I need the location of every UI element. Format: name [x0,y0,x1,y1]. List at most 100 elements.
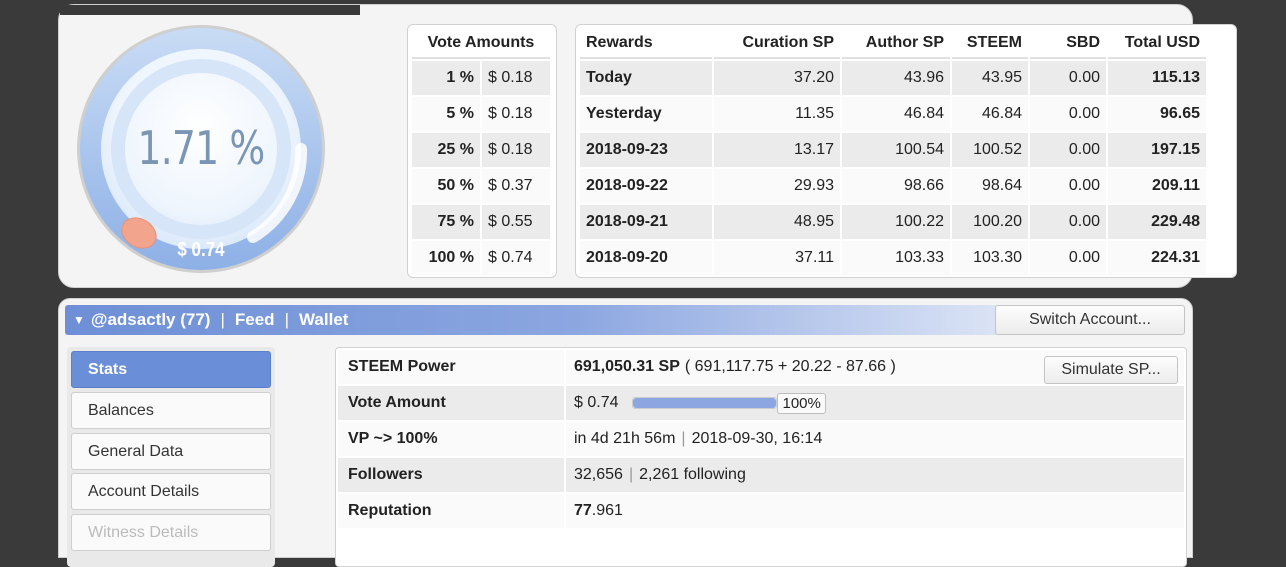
collapse-triangle-icon[interactable]: ▼ [73,313,85,327]
voting-summary-panel: 1.71 % $ 0.74 Vote Amounts 1 % $ 0.18 5 % $… [58,4,1237,288]
vote-percent: 25 % [412,133,480,167]
rewards-column-header: STEEM [952,29,1028,59]
vote-weight-slider[interactable] [632,397,778,409]
value-separator: | [681,430,686,447]
rewards-cell-steem: 103.30 [952,241,1028,275]
reputation-minor: .961 [591,502,623,519]
stat-label: STEEM Power [338,350,564,384]
rewards-cell-total: 197.15 [1108,133,1206,167]
rewards-cell-curation: 37.11 [714,241,840,275]
stat-row-followers: Followers 32,656 | 2,261 following [338,458,1184,492]
vote-usd: $ 0.74 [482,241,550,275]
rewards-column-header: SBD [1030,29,1106,59]
stat-value: $ 0.74 100% [566,386,1184,420]
rewards-cell-sbd: 0.00 [1030,205,1106,239]
rewards-cell-author: 103.33 [842,241,950,275]
rewards-cell-steem: 43.95 [952,61,1028,95]
sidebar-item-balances[interactable]: Balances [71,392,271,429]
vote-percent: 1 % [412,61,480,95]
vote-amounts-table: Vote Amounts 1 % $ 0.18 5 % $ 0.18 25 % $ 0.1… [407,24,557,278]
stat-label: Followers [338,458,564,492]
rewards-cell-sbd: 0.00 [1030,133,1106,167]
rewards-cell-curation: 48.95 [714,205,840,239]
vote-usd: $ 0.18 [482,97,550,131]
sidebar-item-stats[interactable]: Stats [71,351,271,388]
rewards-row: 2018-09-22 29.93 98.66 98.64 0.00 209.11 [580,169,1206,203]
rewards-row: 2018-09-20 37.11 103.33 103.30 0.00 224.31 [580,241,1206,275]
rewards-cell-sbd: 0.00 [1030,97,1106,131]
rewards-cell-total: 229.48 [1108,205,1206,239]
simulate-sp-button[interactable]: Simulate SP... [1044,356,1178,384]
vote-usd: $ 0.18 [482,61,550,95]
rewards-column-header: Author SP [842,29,950,59]
vote-percent: 5 % [412,97,480,131]
rewards-cell-steem: 100.52 [952,133,1028,167]
rewards-cell-total: 224.31 [1108,241,1206,275]
rewards-cell-day: 2018-09-22 [580,169,712,203]
stats-table: STEEM Power 691,050.31 SP ( 691,117.75 +… [335,347,1187,567]
stat-value: 32,656 | 2,261 following [566,458,1184,492]
vote-amount-row: 1 % $ 0.18 [412,61,550,95]
vote-usd: $ 0.37 [482,169,550,203]
rewards-cell-steem: 100.20 [952,205,1028,239]
stat-row-vp-full: VP ~> 100% in 4d 21h 56m | 2018-09-30, 1… [338,422,1184,456]
rewards-cell-author: 100.22 [842,205,950,239]
vote-amount-row: 100 % $ 0.74 [412,241,550,275]
reputation-major: 77 [574,502,592,519]
stat-value: in 4d 21h 56m | 2018-09-30, 16:14 [566,422,1184,456]
sidebar-item-witness-details[interactable]: Witness Details [71,514,271,551]
vote-amount-value: $ 0.74 [574,394,619,411]
vote-amounts-header: Vote Amounts [412,29,550,59]
vote-amount-row: 50 % $ 0.37 [412,169,550,203]
account-panel: ▼ @adsactly (77) | Feed | Wallet Switch … [58,298,1193,567]
vote-percent: 75 % [412,205,480,239]
rewards-cell-author: 98.66 [842,169,950,203]
rewards-cell-author: 100.54 [842,133,950,167]
rewards-table: Rewards Curation SP Author SP STEEM SBD Total… [575,24,1237,278]
vote-usd: $ 0.55 [482,205,550,239]
vote-weight-fill [633,398,777,408]
feed-link[interactable]: Feed [235,310,275,330]
stat-row-reputation: Reputation 77.961 [338,494,1184,528]
followers-count[interactable]: 32,656 [574,466,623,484]
vote-percent: 50 % [412,169,480,203]
rewards-column-header: Curation SP [714,29,840,59]
sidebar: Stats Balances General Data Account Deta… [67,347,275,567]
vote-amount-row: 5 % $ 0.18 [412,97,550,131]
wallet-link[interactable]: Wallet [299,310,348,330]
vote-amount-row: 75 % $ 0.55 [412,205,550,239]
account-link[interactable]: @adsactly (77) [91,310,211,330]
nav-separator: | [284,310,289,329]
rewards-cell-curation: 29.93 [714,169,840,203]
rewards-cell-curation: 37.20 [714,61,840,95]
rewards-cell-total: 115.13 [1108,61,1206,95]
rewards-row: 2018-09-21 48.95 100.22 100.20 0.00 229.48 [580,205,1206,239]
following-count[interactable]: 2,261 following [639,466,746,484]
sidebar-item-account-details[interactable]: Account Details [71,473,271,510]
vote-usd: $ 0.18 [482,133,550,167]
rewards-cell-steem: 46.84 [952,97,1028,131]
switch-account-button[interactable]: Switch Account... [995,305,1185,335]
rewards-cell-curation: 13.17 [714,133,840,167]
rewards-cell-sbd: 0.00 [1030,169,1106,203]
stat-label: VP ~> 100% [338,422,564,456]
rewards-cell-steem: 98.64 [952,169,1028,203]
rewards-row: Yesterday 11.35 46.84 46.84 0.00 96.65 [580,97,1206,131]
vote-percent: 100 % [412,241,480,275]
rewards-cell-curation: 11.35 [714,97,840,131]
sidebar-item-general-data[interactable]: General Data [71,433,271,470]
stat-row-steem-power: STEEM Power 691,050.31 SP ( 691,117.75 +… [338,350,1184,384]
rewards-column-header: Rewards [580,29,712,59]
rewards-cell-sbd: 0.00 [1030,241,1106,275]
rewards-cell-sbd: 0.00 [1030,61,1106,95]
steem-power-detail: ( 691,117.75 + 20.22 - 87.66 ) [684,358,896,375]
rewards-row: Today 37.20 43.96 43.95 0.00 115.13 [580,61,1206,95]
vote-value: $ 0.74 [177,239,225,261]
stat-row-vote-amount: Vote Amount $ 0.74 100% [338,386,1184,420]
rewards-cell-day: 2018-09-21 [580,205,712,239]
voting-power-value: 1.71 % [137,121,266,175]
vp-eta: in 4d 21h 56m [574,430,676,447]
rewards-cell-day: Today [580,61,712,95]
rewards-cell-total: 96.65 [1108,97,1206,131]
stat-value: 77.961 [566,494,1184,528]
